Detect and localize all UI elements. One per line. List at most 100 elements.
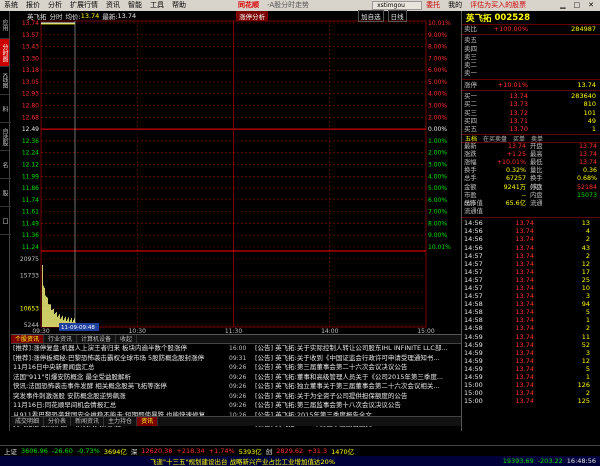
tab-buy-orders[interactable]: 买单 xyxy=(510,135,528,143)
news-item[interactable]: [推荐]:涨停复盘:机器人上演王者归来 板块内逾半数个股涨停 16:00 [公告] … xyxy=(11,344,489,354)
sell-level-row[interactable]: 卖四 xyxy=(462,45,600,53)
sell-level-row[interactable]: 卖一 xyxy=(462,69,600,77)
tick-volume: 13 xyxy=(581,219,590,228)
tab-info[interactable]: 资讯 xyxy=(137,417,159,426)
buy-level-label: 买四 xyxy=(464,116,477,125)
my-button[interactable]: 我的 xyxy=(444,0,466,11)
announcement-item[interactable]: [公告] 英飞拓:董事和高级管理人员关于《公司2015年第三季度... xyxy=(253,373,485,383)
announcement-item[interactable]: [公告] 英飞拓:独立董事关于第三届董事会第二十六次会议相关... xyxy=(253,382,485,392)
sell-level-row[interactable]: 卖三 xyxy=(462,53,600,61)
news-headline[interactable]: [推荐]:涨停复盘:机器人上演王者归来 板块内逾半数个股涨停 xyxy=(11,344,229,354)
announcement-title[interactable]: 英飞拓:关于收到《中国证监会行政许可申请受理通知书... xyxy=(275,354,439,362)
volume-bar xyxy=(44,287,45,327)
announcement-item[interactable]: [公告] 英飞拓:第三届监事会第十八次会议决议公告 xyxy=(253,401,485,411)
price-tick-label: 13.57 xyxy=(22,32,39,39)
announcement-title[interactable]: 英飞拓:第三届监事会第十八次会议决议公告 xyxy=(275,401,401,409)
close-icon[interactable]: ✕ xyxy=(584,0,598,11)
tab-news-info[interactable]: 新闻资讯 xyxy=(71,417,105,426)
tab-trade-detail[interactable]: 成交明细 xyxy=(11,417,45,426)
tab-five-levels[interactable]: 五档 xyxy=(462,135,480,143)
tab-price-table[interactable]: 分价表 xyxy=(44,417,72,426)
tick-time: 14:59 xyxy=(464,348,483,357)
tick-price: 13.74 xyxy=(515,381,534,390)
news-item[interactable]: 突发事件刺激涨股 安防概念股逆势飙涨 09:26 [公告] 英飞拓:关于为全资子公司… xyxy=(11,392,489,402)
limit-up-analysis-button[interactable]: 涨停分析 xyxy=(236,11,269,21)
news-headline[interactable]: 法国"911"引爆安防概念 最全受益股解析 xyxy=(11,373,229,383)
chart-canvas[interactable]: 13.74 10.01% 13.57 9.00% 13.43 8.00% 13.30 7.00… xyxy=(11,11,461,334)
announcement-item[interactable]: [公告] 英飞拓:第三届董事会第二十六次会议决议公告 xyxy=(253,363,485,373)
tick-row: 14:59 13.74 52 xyxy=(462,341,600,349)
menu-system[interactable]: 系统 xyxy=(0,0,22,11)
news-headline[interactable]: 11月16日中央新要闻盘汇总 xyxy=(11,363,229,373)
sell-level-row[interactable]: 卖五 xyxy=(462,36,600,44)
announcement-title[interactable]: 英飞拓:关于为全资子公司提供担保额度的公告 xyxy=(275,392,407,400)
tab-kline[interactable]: K线图 xyxy=(0,67,9,95)
news-item[interactable]: 快讯:法国恐怖袭击事件发酵 相关概念股英飞拓等涨停 09:26 [公告] 英飞拓:独… xyxy=(11,382,489,392)
menu-analysis[interactable]: 分析 xyxy=(44,0,66,11)
news-ticker[interactable]: 飞逝"十三五"规划建设出台 战略新兴产业占比工业增加值达20% xyxy=(0,456,335,466)
volume-bar xyxy=(53,308,54,327)
announcement-item[interactable]: [公告] 英飞拓:关于收到《中国证监会行政许可申请受理通知书... xyxy=(253,354,485,364)
intraday-chart[interactable]: 13.74 10.01% 13.57 9.00% 13.43 8.00% 13.30 7.00… xyxy=(11,10,461,334)
ticker-text[interactable]: 评估为买入的股票 xyxy=(466,0,556,11)
tab-stock-news[interactable]: 个股资讯 xyxy=(11,335,45,343)
tab-collapse[interactable]: 收起 xyxy=(116,335,138,343)
news-headline[interactable]: [推荐]:涨停板揭秘:巴黎恐怖袭击霸权全球市场 5股防概念股封涨停 xyxy=(11,354,229,364)
news-item[interactable]: [推荐]:涨停板揭秘:巴黎恐怖袭击霸权全球市场 5股防概念股封涨停 09:31 [公… xyxy=(11,354,489,364)
stat-label xyxy=(526,208,552,216)
index-item: 12620.38 xyxy=(141,447,173,455)
tab-industry-news[interactable]: 行业资讯 xyxy=(44,335,78,343)
volume-bar xyxy=(43,285,44,327)
buy-level-row[interactable]: 买三 13.72 101 xyxy=(462,109,600,117)
tab-computer-equipment[interactable]: 计算机设备 xyxy=(77,335,117,343)
sell-level-price xyxy=(488,53,528,61)
tick-row: 14:58 13.74 5 xyxy=(462,308,600,316)
trade-button[interactable]: 委托 xyxy=(422,0,444,11)
announcement-title[interactable]: 英飞拓:第三届董事会第二十六次会议决议公告 xyxy=(275,363,407,371)
tab-watchlist[interactable]: 自选股 xyxy=(0,123,9,151)
news-item[interactable]: 法国"911"引爆安防概念 最全受益股解析 09:26 [公告] 英飞拓:董事和高级… xyxy=(11,373,489,383)
menu-help[interactable]: 帮助 xyxy=(168,0,190,11)
news-item[interactable]: 11月16日:同花顺早间机会情报汇总 09:26 [公告] 英飞拓:第三届监事会第十… xyxy=(11,401,489,411)
buy-level-row[interactable]: 买一 13.74 283640 xyxy=(462,92,600,100)
menu-extended-market[interactable]: 扩展行情 xyxy=(66,0,102,11)
menu-smart[interactable]: 智能 xyxy=(124,0,146,11)
tab-main-holdings[interactable]: 主力持仓 xyxy=(104,417,138,426)
news-headline[interactable]: 快讯:法国恐怖袭击事件发酵 相关概念股英飞拓等涨停 xyxy=(11,382,229,392)
news-item[interactable]: 11月16日中央新要闻盘汇总 09:26 [公告] 英飞拓:第三届董事会第二十六次会… xyxy=(11,363,489,373)
buy-level-row[interactable]: 买四 13.71 49 xyxy=(462,117,600,125)
user-field[interactable]: xstimgou xyxy=(372,1,423,10)
tick-row: 14:59 13.74 11 xyxy=(462,333,600,341)
volume-bar xyxy=(54,314,55,327)
news-headline[interactable]: 突发事件刺激涨股 安防概念股逆势飙涨 xyxy=(11,392,229,402)
sell-level-row[interactable]: 卖二 xyxy=(462,61,600,69)
buy-level-row[interactable]: 买五 13.70 1 xyxy=(462,125,600,133)
tab-apps[interactable]: 应用 xyxy=(0,11,9,39)
announcement-title[interactable]: 英飞拓:关于实际控制人转让公司股东IHL INFINITE LLC部... xyxy=(275,344,448,352)
tab-sell-orders[interactable]: 卖单 xyxy=(528,135,546,143)
announcement-title[interactable]: 英飞拓:董事和高级管理人员关于《公司2015年第三季度... xyxy=(275,373,443,381)
price-tick-label: 11.99 xyxy=(22,173,39,180)
announcement-title[interactable]: 英飞拓:独立董事关于第三届董事会第二十六次会议相关... xyxy=(275,382,439,390)
tab-orders[interactable]: 在买卖盘 xyxy=(480,135,510,143)
stat-label: 外盘 xyxy=(530,183,543,191)
tick-row: 14:59 13.74 12 xyxy=(462,357,600,365)
announcement-item[interactable]: [公告] 英飞拓:关于为全资子公司提供担保额度的公告 xyxy=(253,392,485,402)
tab-intraday[interactable]: 分时图 xyxy=(0,39,9,67)
stat-label: 最高 xyxy=(530,150,543,158)
price-tick-label: 13.30 xyxy=(22,55,39,62)
menu-quote[interactable]: 报价 xyxy=(22,0,44,11)
tick-row: 14:57 13.74 2 xyxy=(462,252,600,260)
buy-level-row[interactable]: 买二 13.73 810 xyxy=(462,100,600,108)
stat-label: 涨幅 xyxy=(464,158,477,166)
news-time: 09:31 xyxy=(229,354,247,362)
add-watchlist-button[interactable]: 加自选 xyxy=(358,10,384,22)
price-tick-label: 13.18 xyxy=(22,67,39,74)
menu-tools[interactable]: 工具 xyxy=(146,0,168,11)
announcement-item[interactable]: [公告] 英飞拓:关于实际控制人转让公司股东IHL INFINITE LLC部.… xyxy=(253,344,485,354)
maximize-icon[interactable]: □ xyxy=(570,0,585,11)
news-headline[interactable]: 11月16日:同花顺早间机会情报汇总 xyxy=(11,401,229,411)
minimize-icon[interactable]: ▁ xyxy=(556,0,569,11)
period-button[interactable]: 日线 xyxy=(387,10,407,22)
menu-news[interactable]: 资讯 xyxy=(102,0,124,11)
